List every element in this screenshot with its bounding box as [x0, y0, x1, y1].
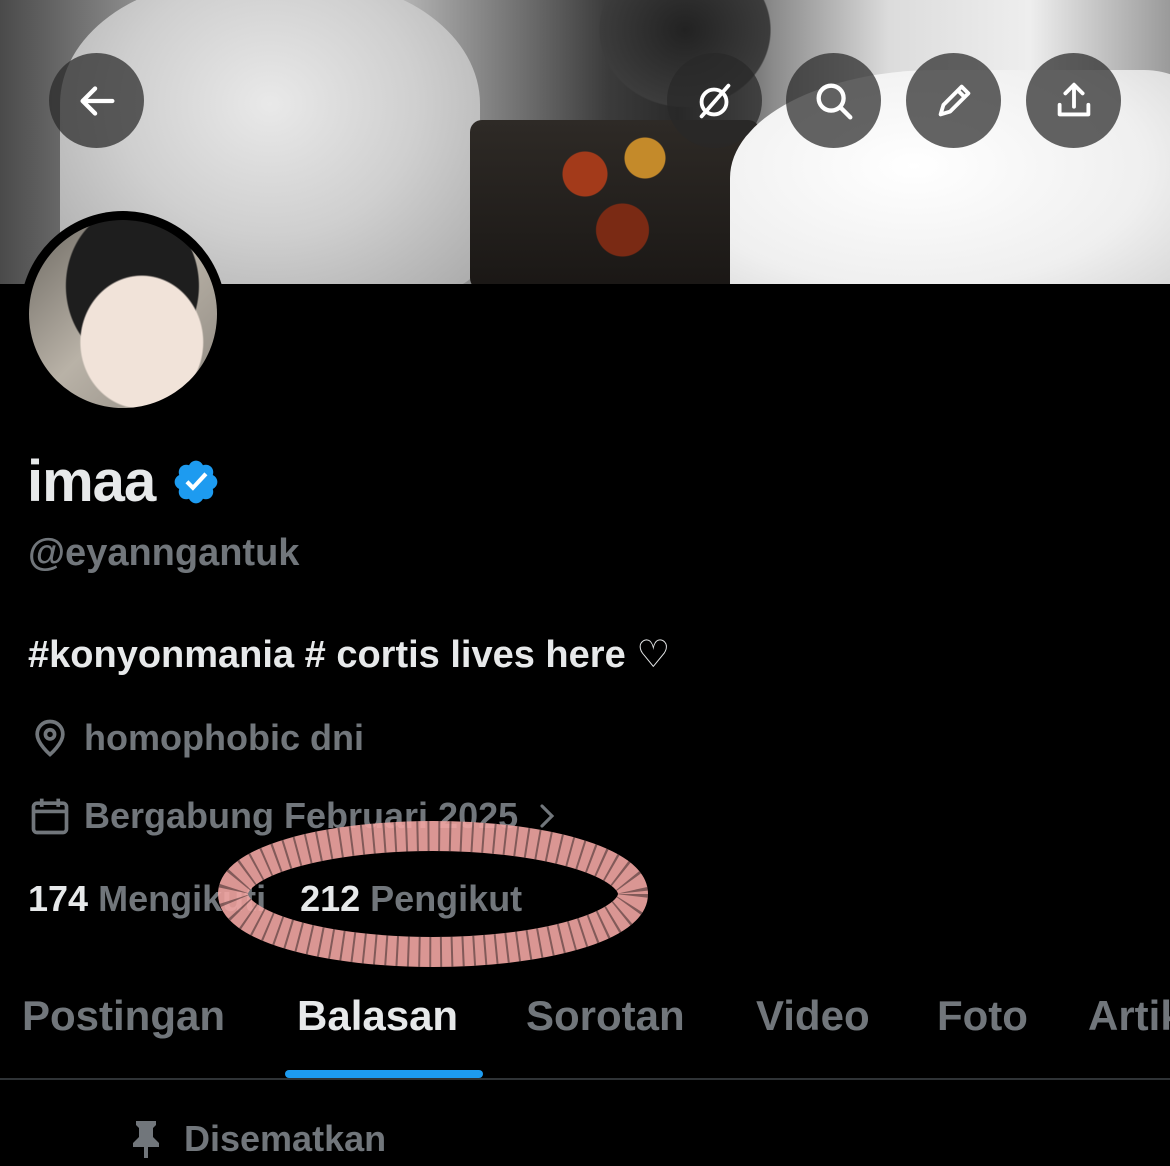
follow-stats: 174 Mengikuti 212 Pengikut: [28, 878, 556, 920]
profile-bio: #konyonmania # cortis lives here ♡: [28, 634, 671, 676]
profile-location: homophobic dni: [28, 716, 364, 760]
following-count: 174: [28, 878, 89, 919]
pin-icon: [133, 1121, 159, 1158]
search-icon: [816, 83, 852, 119]
followers-count: 212: [300, 878, 361, 919]
avatar-frame: [20, 211, 226, 417]
verified-badge-icon[interactable]: [171, 457, 221, 507]
location-text: homophobic dni: [84, 717, 364, 758]
profile-joined: Bergabung Februari 2025: [28, 794, 574, 838]
profile-tabs: Postingan Balasan Sorotan Video Foto Art…: [0, 982, 1170, 1078]
tabs-divider: [0, 1078, 1170, 1080]
back-button[interactable]: [49, 53, 144, 148]
avatar[interactable]: [29, 220, 217, 408]
tab-postingan[interactable]: Postingan: [22, 982, 225, 1040]
tab-balasan[interactable]: Balasan: [297, 982, 458, 1040]
followers-label: Pengikut: [370, 878, 523, 919]
pinned-header: Disematkan: [128, 1118, 386, 1160]
pencil-icon: [938, 84, 970, 116]
location-pin-icon: [35, 719, 65, 757]
following-link[interactable]: 174 Mengikuti: [28, 878, 266, 920]
profile-handle: @eyanngantuk: [28, 532, 300, 574]
pinned-label: Disematkan: [184, 1118, 387, 1159]
tab-foto[interactable]: Foto: [937, 982, 1028, 1040]
active-tab-indicator: [285, 1070, 483, 1078]
display-name: imaa: [27, 449, 156, 514]
chevron-right-icon[interactable]: [532, 801, 562, 831]
edit-button[interactable]: [906, 53, 1001, 148]
share-button[interactable]: [1026, 53, 1121, 148]
search-button[interactable]: [786, 53, 881, 148]
profile-name-row: imaa: [27, 448, 221, 515]
share-upload-icon: [1057, 82, 1090, 116]
followers-link[interactable]: 212 Pengikut: [300, 878, 522, 920]
banner-photo-drinks: [540, 110, 690, 270]
grok-slash-icon: [699, 83, 730, 118]
arrow-left-icon: [79, 85, 114, 116]
calendar-icon: [31, 798, 69, 835]
grok-button[interactable]: [667, 53, 762, 148]
tab-artikel[interactable]: Artikel: [1088, 982, 1170, 1040]
joined-text: Bergabung Februari 2025: [84, 795, 519, 836]
tab-sorotan[interactable]: Sorotan: [526, 982, 685, 1040]
tab-video[interactable]: Video: [756, 982, 870, 1040]
following-label: Mengikuti: [98, 878, 267, 919]
